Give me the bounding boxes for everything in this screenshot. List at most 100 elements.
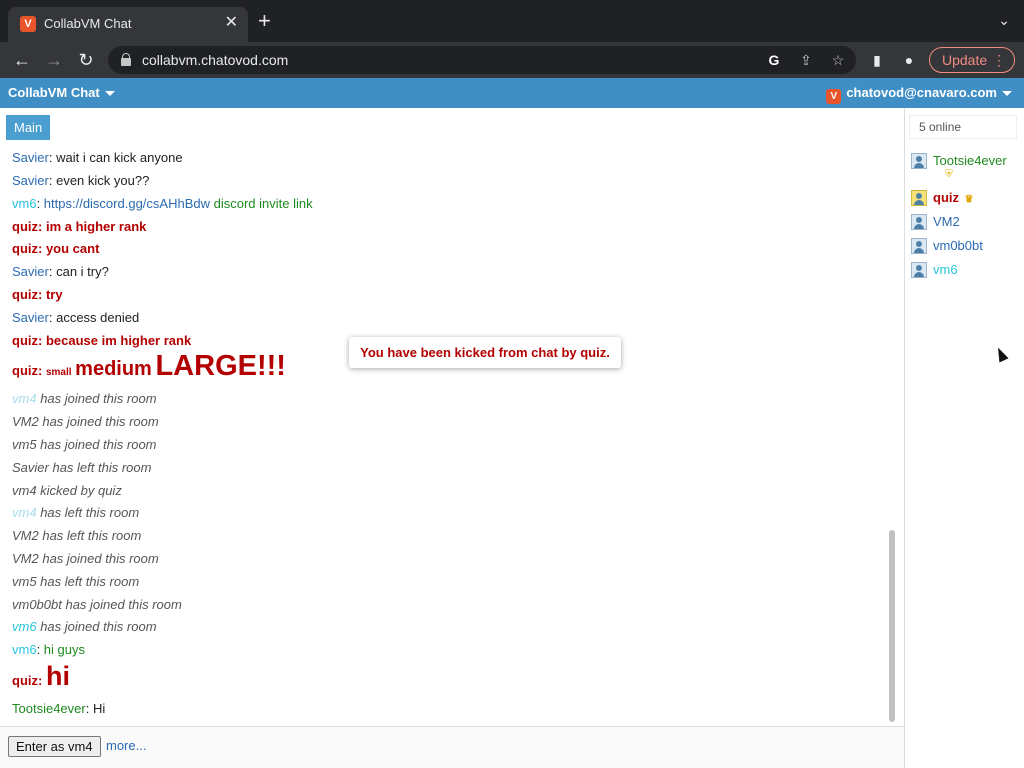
app-title: CollabVM Chat bbox=[8, 85, 100, 100]
chat-message: quiz: try bbox=[12, 287, 63, 302]
browser-tab[interactable]: V CollabVM Chat ✕ bbox=[8, 7, 248, 42]
share-icon[interactable]: ⇪ bbox=[796, 50, 816, 70]
user-avatar-icon bbox=[911, 262, 927, 278]
message-text: discord invite link bbox=[210, 196, 313, 211]
chat-input-bar: Enter as vm4 more... bbox=[0, 726, 904, 768]
chat-message: Savier: can i try? bbox=[12, 264, 109, 279]
chat-message: vm6: hi guys bbox=[12, 642, 85, 657]
more-menu-icon[interactable]: ⋮ bbox=[992, 48, 1006, 72]
message-text-large: hi bbox=[45, 661, 70, 691]
enter-chat-button[interactable]: Enter as vm4 bbox=[8, 736, 101, 757]
message-author[interactable]: quiz bbox=[12, 673, 38, 688]
system-message: VM2 has joined this room bbox=[12, 414, 159, 429]
caret-down-icon bbox=[104, 91, 115, 97]
chatovod-logo-icon: V bbox=[826, 89, 842, 104]
chat-message: Savier: even kick you?? bbox=[12, 173, 150, 188]
user-name: quiz ♛ bbox=[933, 190, 974, 205]
kicked-notification: You have been kicked from chat by quiz. bbox=[349, 337, 621, 368]
message-text: can i try? bbox=[56, 264, 109, 279]
online-users-sidebar: 5 online Tootsie4ever ⛨ quiz ♛ VM2 vm0b0b… bbox=[904, 108, 1024, 768]
admin-crown-icon: ♛ bbox=[964, 194, 974, 205]
moderator-shield-icon: ⛨ bbox=[945, 169, 953, 180]
message-text: Hi bbox=[92, 701, 106, 716]
message-author[interactable]: vm6 bbox=[12, 642, 37, 657]
user-email: chatovod@cnavaro.com bbox=[846, 85, 997, 100]
bookmark-star-icon[interactable]: ☆ bbox=[828, 50, 848, 70]
lock-icon bbox=[121, 53, 131, 66]
user-name: vm6 bbox=[933, 262, 958, 277]
system-message: vm6 has joined this room bbox=[12, 619, 157, 634]
app-header: CollabVM Chat Vchatovod@cnavaro.com bbox=[0, 78, 1024, 108]
message-author[interactable]: Savier bbox=[12, 150, 49, 165]
reload-icon[interactable]: ↻ bbox=[74, 48, 98, 72]
chat-message: vm6: https://discord.gg/csAHhBdw discord… bbox=[12, 196, 313, 211]
system-message: vm4 kicked by quiz bbox=[12, 483, 122, 498]
more-link[interactable]: more... bbox=[106, 738, 146, 753]
new-tab-icon[interactable]: + bbox=[258, 10, 271, 32]
chat-message: quiz: you cant bbox=[12, 241, 100, 256]
chat-message: Tootsie4ever: Hi bbox=[12, 701, 106, 716]
message-text-large: LARGE!!! bbox=[155, 350, 286, 382]
chat-pane: Main Savier: wait i can kick anyone Savi… bbox=[0, 108, 904, 768]
tab-title: CollabVM Chat bbox=[44, 16, 132, 31]
chat-message: Savier: wait i can kick anyone bbox=[12, 150, 183, 165]
collabvm-favicon-icon: V bbox=[20, 16, 36, 32]
tab-search-chevron-icon[interactable]: ⌄ bbox=[998, 12, 1010, 29]
forward-arrow-icon[interactable]: → bbox=[42, 48, 66, 72]
message-author[interactable]: vm6 bbox=[12, 196, 37, 211]
message-text: because im higher rank bbox=[45, 333, 192, 348]
system-message: Savier has left this room bbox=[12, 460, 152, 475]
address-bar[interactable]: collabvm.chatovod.com G ⇪ ☆ bbox=[108, 46, 856, 74]
system-message: vm5 has left this room bbox=[12, 574, 140, 589]
system-message: vm4 has left this room bbox=[12, 505, 140, 520]
scrollbar-thumb[interactable] bbox=[889, 530, 895, 722]
message-text: access denied bbox=[56, 310, 140, 325]
chat-message: Savier: access denied bbox=[12, 310, 140, 325]
chat-message: quiz: small medium LARGE!!! bbox=[12, 350, 286, 382]
message-text: you cant bbox=[45, 241, 100, 256]
message-author[interactable]: vm4 bbox=[12, 505, 37, 520]
message-author[interactable]: quiz bbox=[12, 219, 38, 234]
profile-icon[interactable]: ● bbox=[899, 50, 919, 70]
chat-message: quiz: hi bbox=[12, 661, 70, 691]
message-author[interactable]: Savier bbox=[12, 264, 49, 279]
user-name: vm0b0bt bbox=[933, 238, 983, 253]
google-lens-icon[interactable]: G bbox=[764, 50, 784, 70]
user-menu[interactable]: Vchatovod@cnavaro.com bbox=[826, 85, 1012, 104]
url-text: collabvm.chatovod.com bbox=[142, 52, 289, 68]
update-button[interactable]: Update ⋮ bbox=[929, 47, 1015, 73]
message-text: hi guys bbox=[43, 642, 85, 657]
user-avatar-icon bbox=[911, 190, 927, 206]
system-message: vm0b0bt has joined this room bbox=[12, 597, 182, 612]
message-author[interactable]: Tootsie4ever bbox=[12, 701, 86, 716]
message-author[interactable]: quiz bbox=[12, 363, 38, 378]
message-author[interactable]: vm6 bbox=[12, 619, 37, 634]
tab-main[interactable]: Main bbox=[6, 115, 51, 140]
user-avatar-icon bbox=[911, 238, 927, 254]
message-link[interactable]: https://discord.gg/csAHhBdw bbox=[44, 196, 210, 211]
system-message: vm5 has joined this room bbox=[12, 437, 157, 452]
message-author[interactable]: Savier bbox=[12, 173, 49, 188]
message-text: try bbox=[45, 287, 63, 302]
browser-tab-bar: V CollabVM Chat ✕ + ⌄ bbox=[0, 0, 1024, 42]
message-author[interactable]: quiz bbox=[12, 287, 38, 302]
chat-scrollbar[interactable] bbox=[888, 146, 896, 726]
message-author[interactable]: quiz bbox=[12, 333, 38, 348]
system-message: VM2 has left this room bbox=[12, 528, 142, 543]
message-text: even kick you?? bbox=[56, 173, 150, 188]
message-author[interactable]: Savier bbox=[12, 310, 49, 325]
app-menu[interactable]: CollabVM Chat bbox=[8, 85, 115, 100]
side-panel-icon[interactable]: ▮ bbox=[867, 50, 887, 70]
message-text-small: small bbox=[45, 367, 72, 378]
message-text: im a higher rank bbox=[45, 219, 147, 234]
message-author[interactable]: vm4 bbox=[12, 391, 37, 406]
close-tab-icon[interactable]: ✕ bbox=[225, 14, 238, 32]
online-count: 5 online bbox=[909, 115, 1017, 139]
back-arrow-icon[interactable]: ← bbox=[10, 48, 34, 72]
chat-message: quiz: im a higher rank bbox=[12, 219, 147, 234]
message-author[interactable]: quiz bbox=[12, 241, 38, 256]
caret-down-icon bbox=[1002, 91, 1012, 97]
chat-message: quiz: because im higher rank bbox=[12, 333, 192, 348]
system-message: VM2 has joined this room bbox=[12, 551, 159, 566]
user-avatar-icon bbox=[911, 214, 927, 230]
